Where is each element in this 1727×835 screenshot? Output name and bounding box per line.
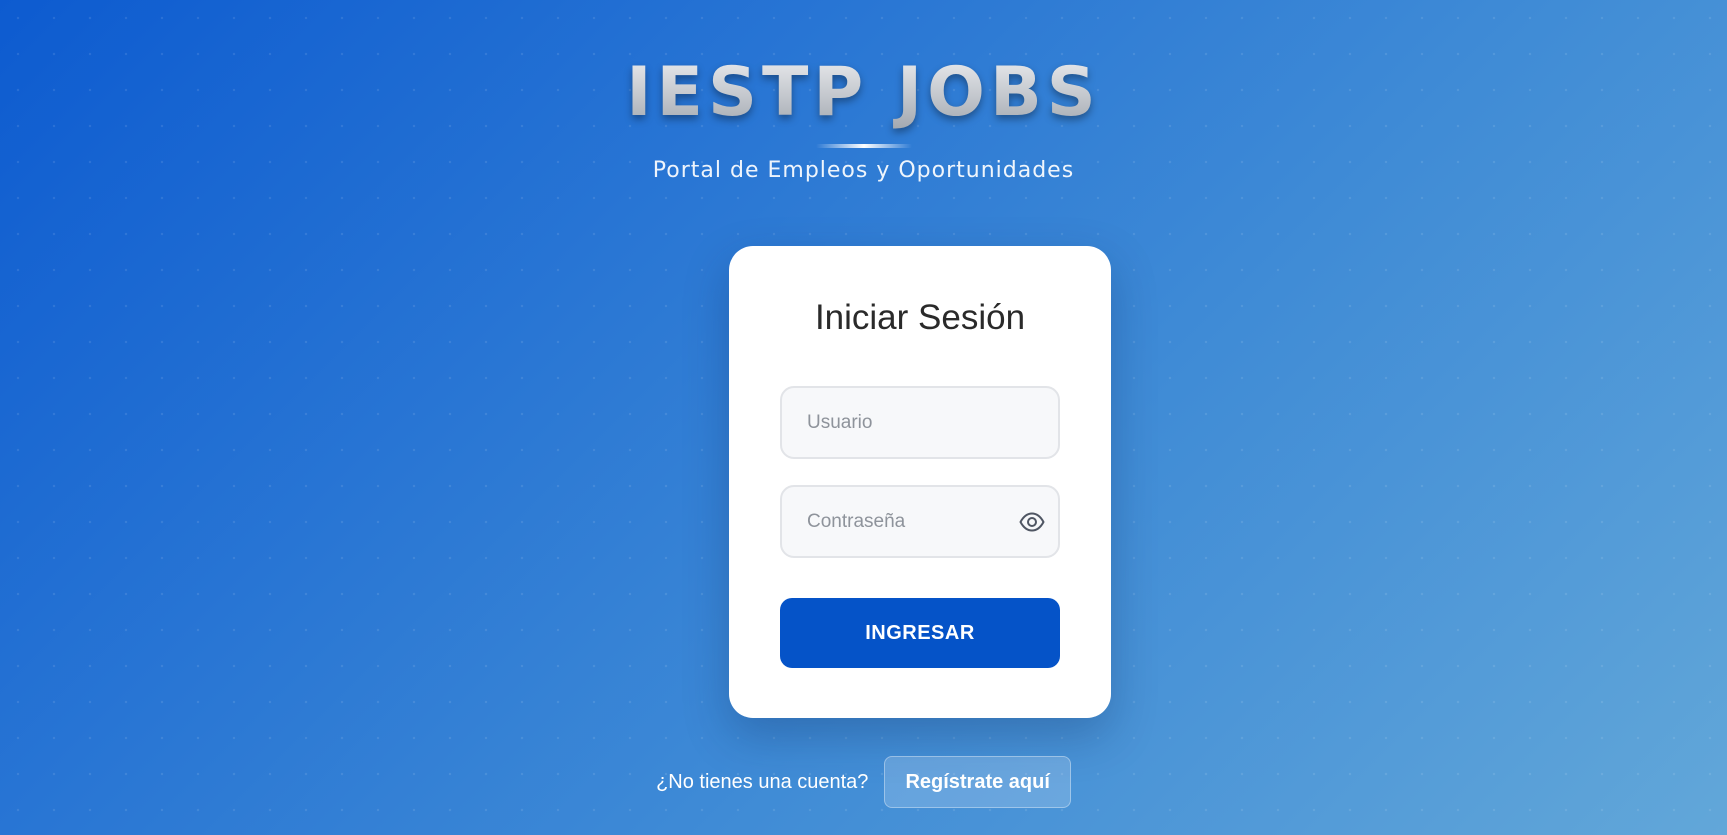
brand-divider xyxy=(815,144,912,148)
login-submit-button[interactable]: INGRESAR xyxy=(780,598,1060,668)
register-row: ¿No tienes una cuenta? Regístrate aquí xyxy=(0,755,1727,809)
eye-icon[interactable] xyxy=(1018,508,1046,536)
username-input[interactable] xyxy=(782,388,1058,457)
register-prompt: ¿No tienes una cuenta? xyxy=(656,770,869,793)
login-card: Iniciar Sesión INGRESAR xyxy=(729,246,1111,718)
login-title: Iniciar Sesión xyxy=(814,298,1026,337)
password-field xyxy=(780,485,1060,558)
password-input[interactable] xyxy=(782,487,1058,556)
brand-title: IESTP JOBS xyxy=(0,48,1727,138)
username-field xyxy=(780,386,1060,459)
brand-subtitle: Portal de Empleos y Oportunidades xyxy=(652,158,1075,183)
register-button[interactable]: Regístrate aquí xyxy=(884,756,1071,808)
brand-header: IESTP JOBS Portal de Empleos y Oportunid… xyxy=(0,48,1727,183)
